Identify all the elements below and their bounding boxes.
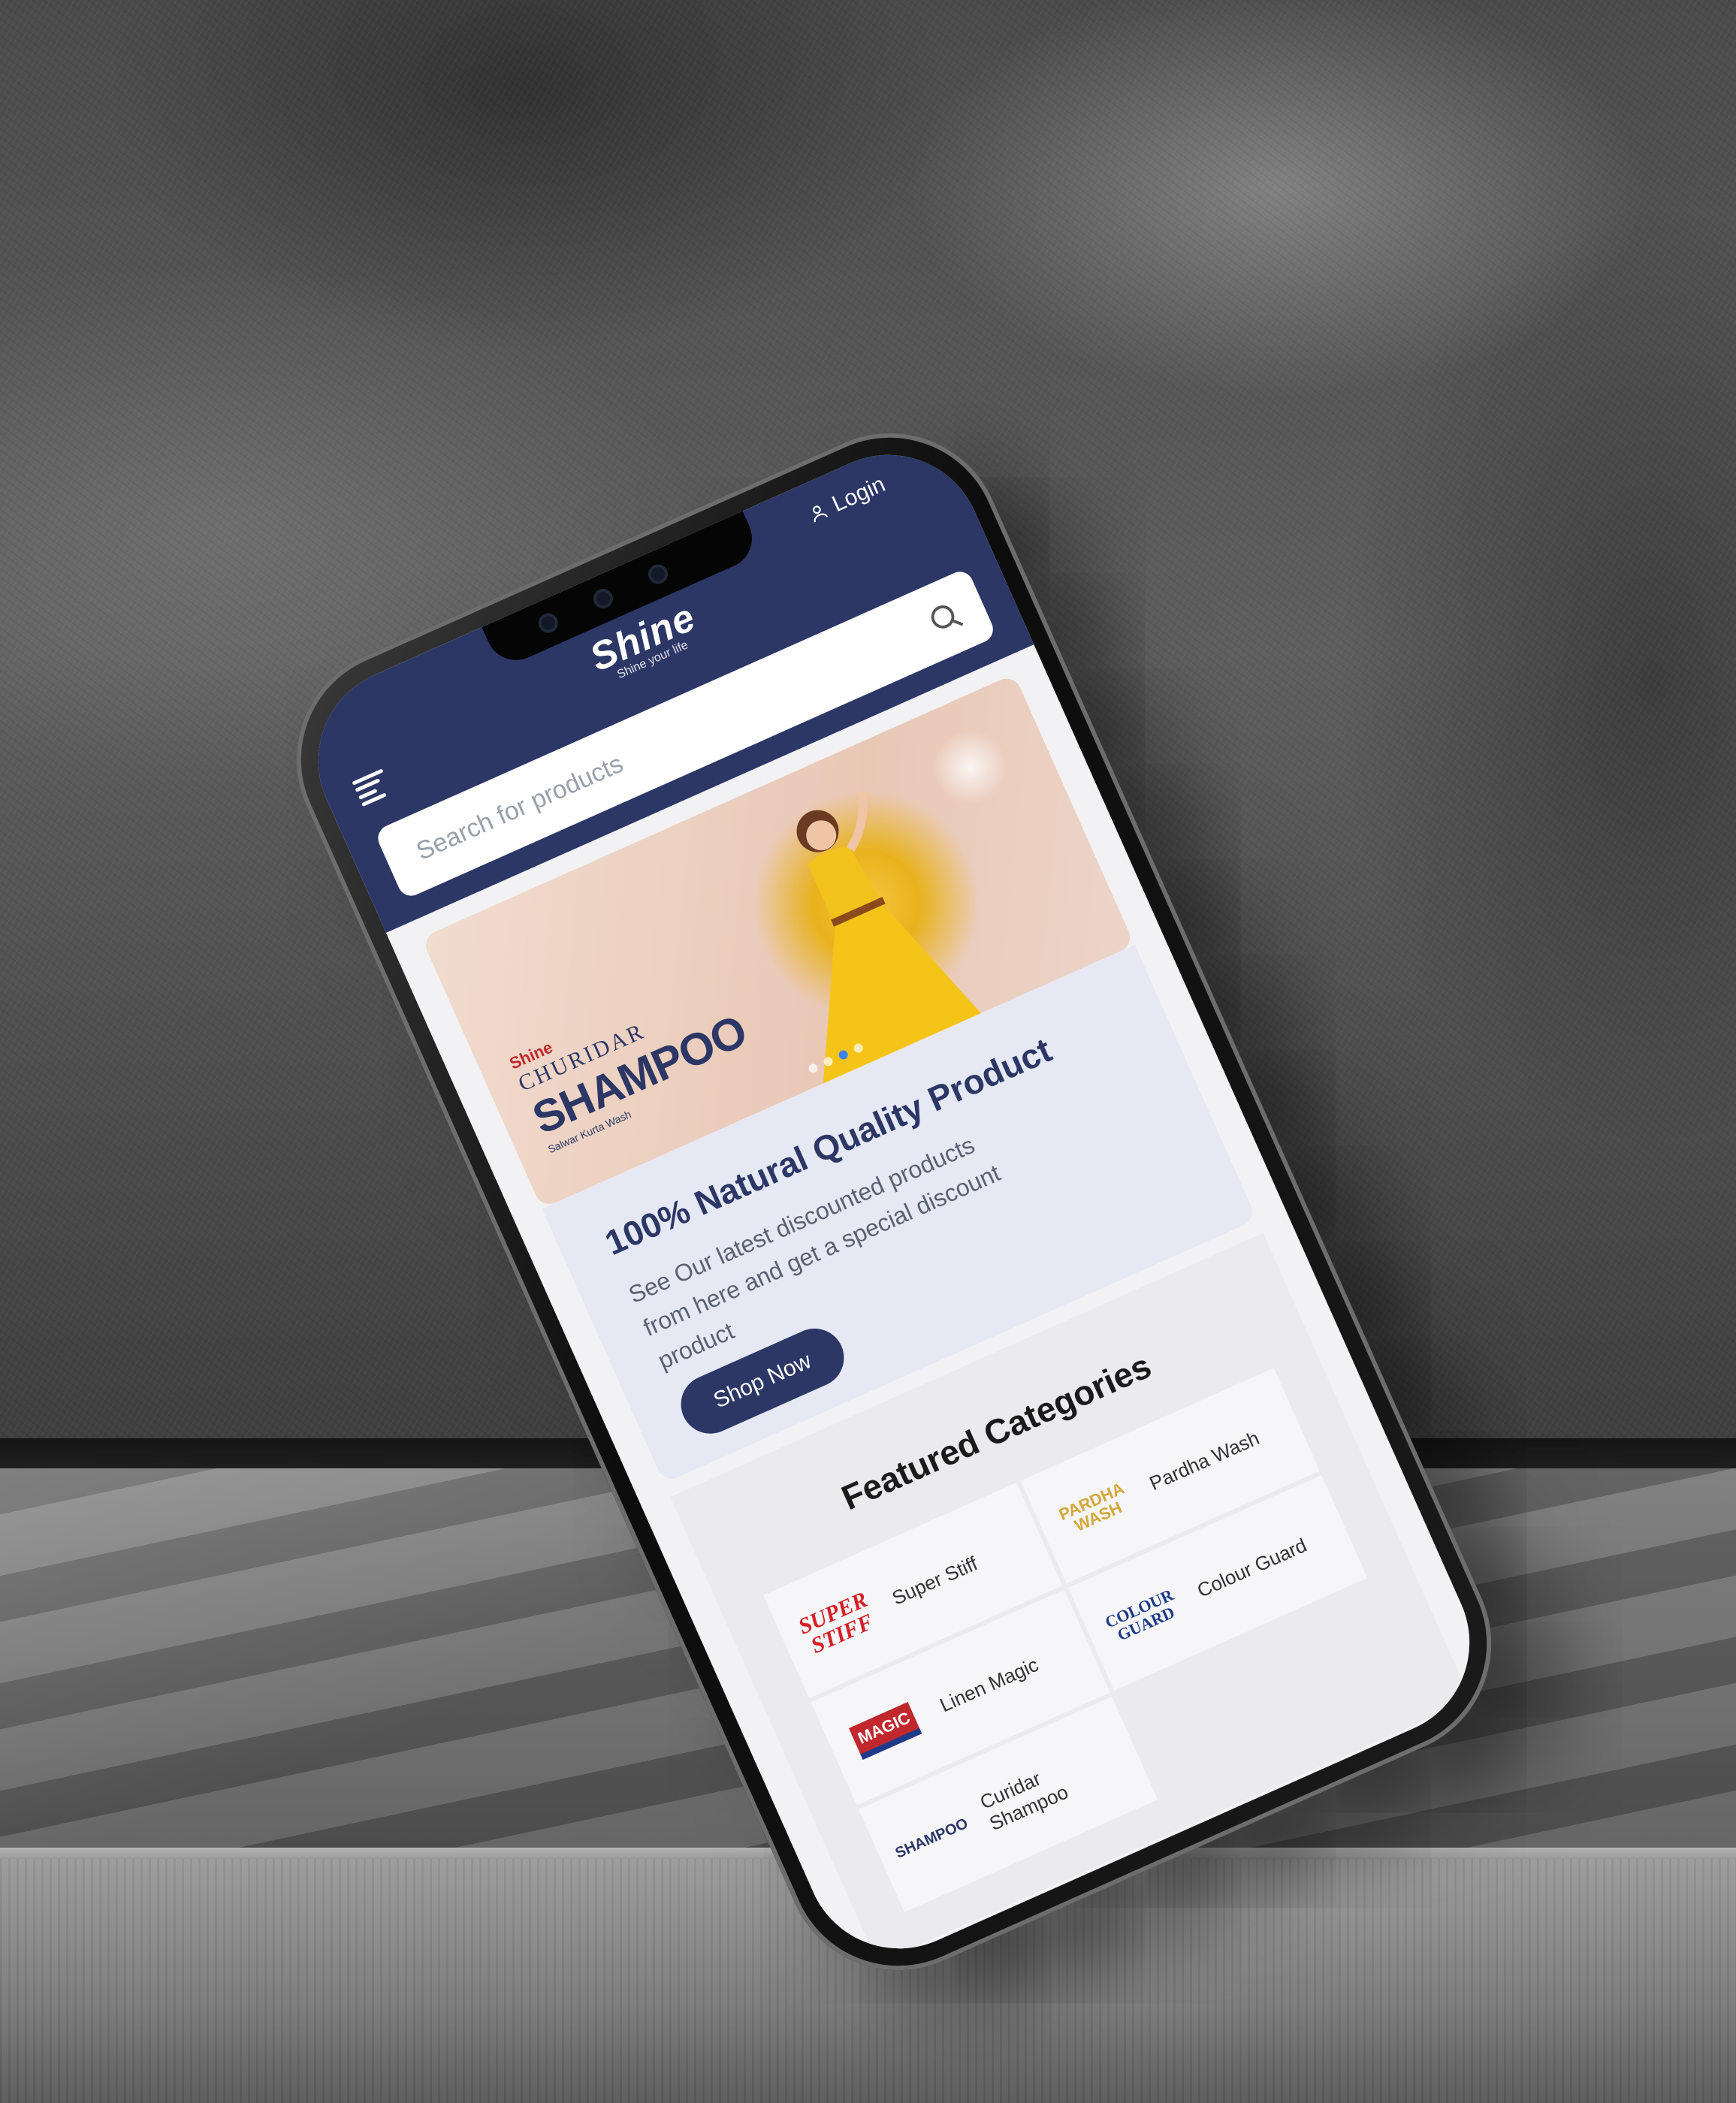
category-label: Colour Guard (1193, 1533, 1310, 1602)
camera-icon (535, 610, 562, 636)
category-label: Linen Magic (936, 1652, 1042, 1716)
churidar-shampoo-logo: Shine CHURIDAR SHAMPOO Salwar Kurta Wash (506, 1005, 754, 1156)
category-label: Super Stiff (888, 1551, 981, 1610)
curidar-shampoo-logo: SHAMPOO (892, 1815, 971, 1862)
user-icon (812, 505, 828, 523)
linen-magic-logo: MAGIC (835, 1687, 935, 1776)
login-label: Login (828, 472, 889, 517)
category-label: Curidar Shampoo (976, 1767, 1072, 1836)
login-link[interactable]: Login (804, 472, 889, 529)
category-label: Pardha Wash (1146, 1426, 1263, 1495)
hamburger-menu-icon[interactable] (352, 768, 393, 807)
super-stiff-logo: SUPER STIFF (794, 1587, 877, 1659)
colour-guard-logo: COLOUR GUARD (1102, 1585, 1178, 1645)
sensor-icon (590, 585, 617, 612)
pardha-wash-logo: PARDHA WASH (1055, 1478, 1128, 1535)
sensor-icon (645, 561, 672, 587)
